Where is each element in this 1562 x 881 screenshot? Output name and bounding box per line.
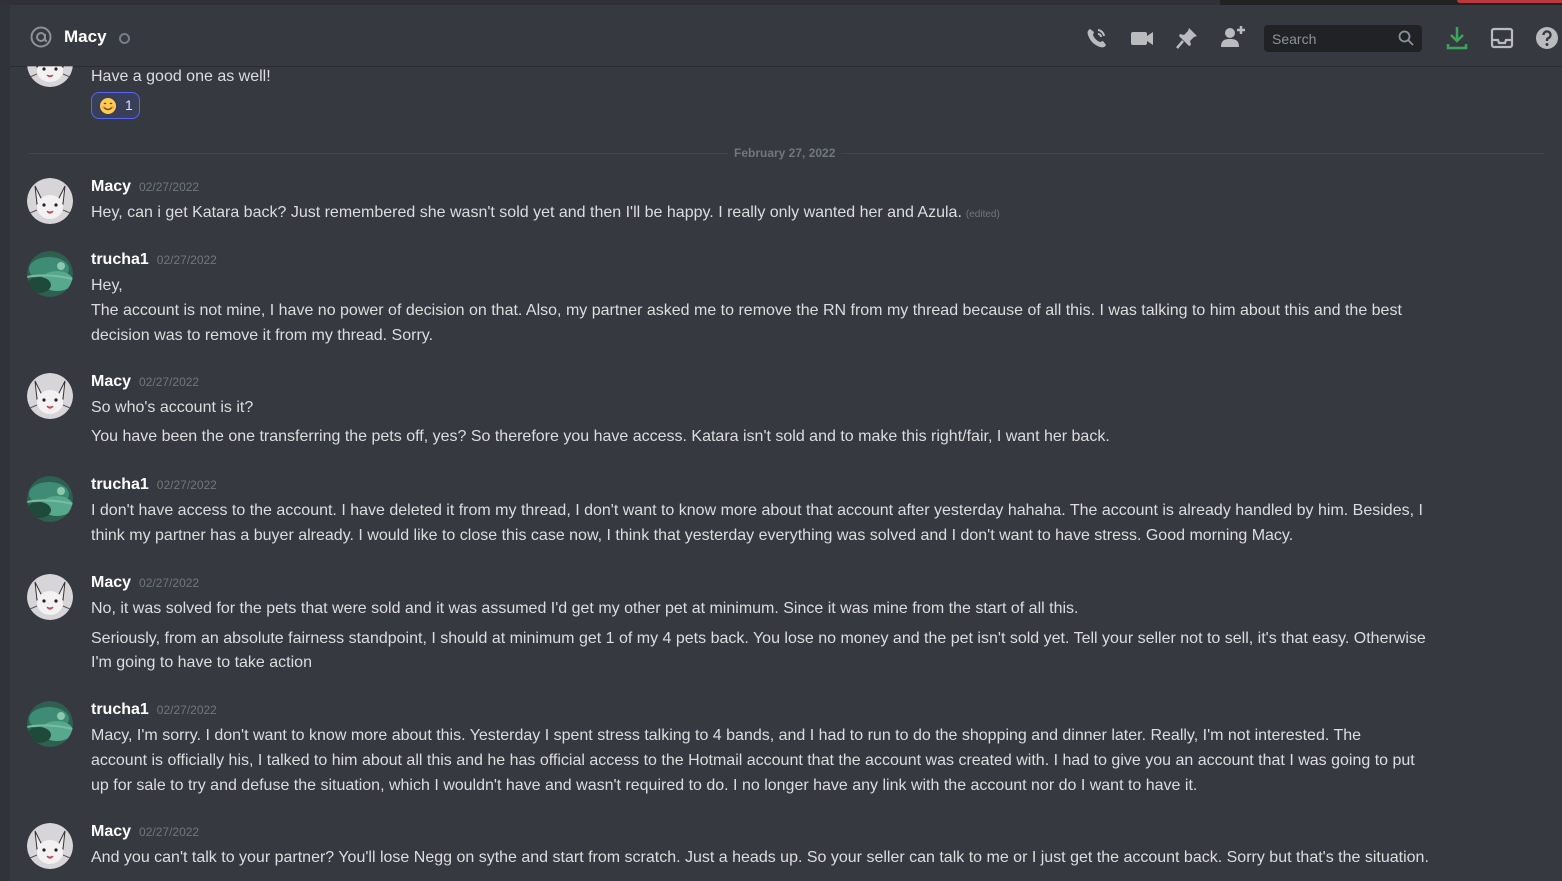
channel-header: Macy [10, 5, 1562, 66]
message-text: I don't have access to the account. I ha… [91, 502, 1423, 519]
video-call-icon[interactable] [1129, 25, 1155, 51]
message-timestamp: 02/27/2022 [156, 478, 217, 492]
reaction-button[interactable]: 1 [91, 92, 140, 119]
message-text: up for sale to try and defuse the situat… [91, 777, 1198, 794]
message-text: account is officially his, I talked to h… [91, 752, 1415, 769]
message-text: Have a good one as well! [91, 68, 271, 85]
message-timestamp: 02/27/2022 [139, 180, 200, 194]
avatar[interactable] [27, 373, 73, 419]
message-author[interactable]: Macy 02/27/2022 [91, 574, 199, 592]
message-timestamp: 02/27/2022 [156, 253, 217, 267]
pin-icon[interactable] [1174, 25, 1200, 51]
emoji-icon [99, 97, 117, 115]
message-text: Hey, [91, 277, 123, 294]
message-list: Have a good one as well! 1 February 27, … [10, 66, 1562, 881]
inbox-icon[interactable] [1489, 25, 1515, 51]
message-timestamp: 02/27/2022 [139, 825, 200, 839]
search-box[interactable] [1264, 25, 1422, 52]
message-text: think my partner has a buyer already. I … [91, 527, 1294, 544]
phone-call-icon[interactable] [1083, 25, 1109, 51]
date-divider: February 27, 2022 [728, 146, 842, 160]
search-input[interactable] [1270, 29, 1394, 49]
message-author[interactable]: Macy 02/27/2022 [91, 823, 199, 841]
message-text: So who's account is it? [91, 399, 254, 416]
help-icon[interactable] [1534, 25, 1560, 51]
message-text: Seriously, from an absolute fairness sta… [91, 630, 1426, 647]
message-text: I'm going to have to take action [91, 654, 312, 671]
at-icon [30, 26, 52, 48]
message-timestamp: 02/27/2022 [139, 576, 200, 590]
channel-name[interactable]: Macy [64, 27, 107, 47]
message-author[interactable]: trucha1 02/27/2022 [91, 251, 217, 269]
avatar[interactable] [27, 178, 73, 224]
avatar[interactable] [27, 574, 73, 620]
avatar[interactable] [27, 476, 73, 522]
message-text: The account is not mine, I have no power… [91, 302, 1402, 319]
avatar[interactable] [27, 66, 73, 87]
left-edge [0, 5, 10, 881]
search-icon[interactable] [1398, 30, 1414, 46]
status-icon [119, 33, 130, 44]
add-friend-icon[interactable] [1220, 24, 1246, 50]
message-timestamp: 02/27/2022 [156, 703, 217, 717]
message-text: No, it was solved for the pets that were… [91, 600, 1079, 617]
message-author[interactable]: trucha1 02/27/2022 [91, 476, 217, 494]
message-author[interactable]: Macy 02/27/2022 [91, 178, 199, 196]
message-text: Macy, I'm sorry. I don't want to know mo… [91, 727, 1362, 744]
message-text: Hey, can i get Katara back? Just remembe… [91, 204, 1000, 221]
message-text: decision was to remove it from my thread… [91, 327, 434, 344]
message-timestamp: 02/27/2022 [139, 375, 200, 389]
message-author[interactable]: trucha1 02/27/2022 [91, 701, 217, 719]
edited-label: (edited) [965, 209, 1000, 220]
message-author[interactable]: Macy 02/27/2022 [91, 373, 199, 391]
reaction-count: 1 [125, 97, 133, 113]
avatar[interactable] [27, 251, 73, 297]
message-text: You have been the one transferring the p… [91, 428, 1110, 445]
top-strip-accent [1457, 0, 1562, 3]
message-text: And you can't talk to your partner? You'… [91, 849, 1429, 866]
download-icon[interactable] [1444, 25, 1470, 51]
avatar[interactable] [27, 823, 73, 869]
avatar[interactable] [27, 701, 73, 747]
